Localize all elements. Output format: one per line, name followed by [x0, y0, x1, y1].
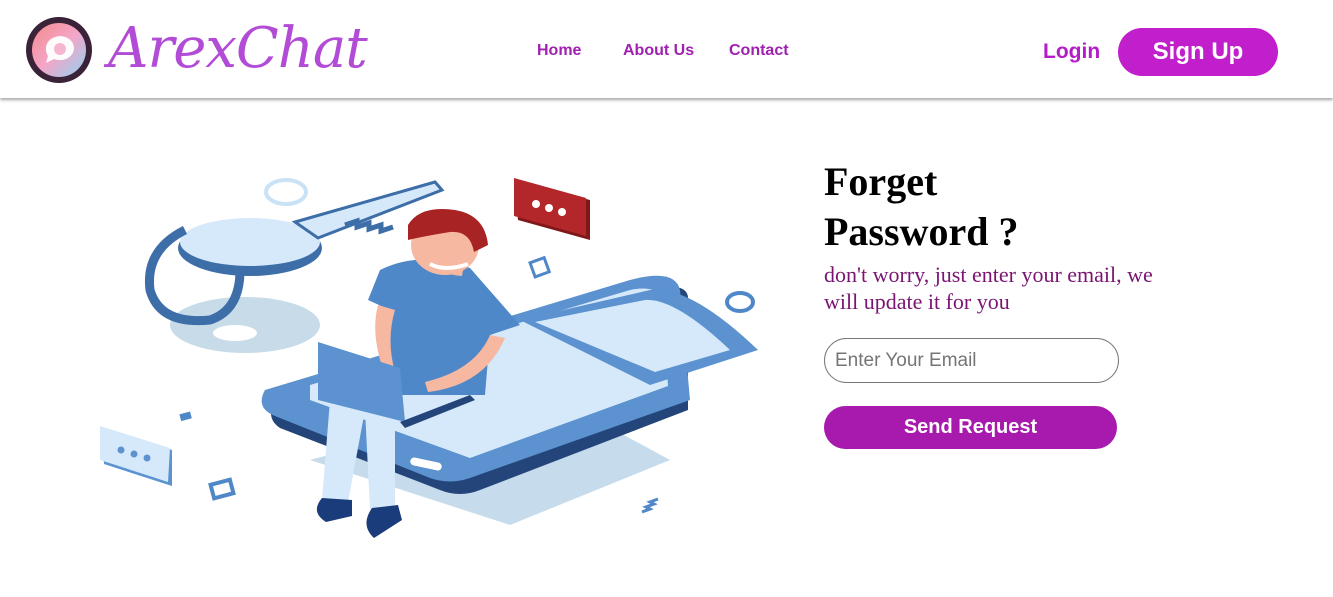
brand-name[interactable]: ArexChat: [108, 14, 368, 84]
form-subtitle: don't worry, just enter your email, we w…: [824, 262, 1153, 314]
chat-bubble-logo-icon[interactable]: [24, 15, 94, 85]
email-input[interactable]: [824, 338, 1119, 383]
login-link[interactable]: Login: [1043, 40, 1100, 64]
page-title: Forget Password ?: [824, 157, 1244, 257]
nav-link-home[interactable]: Home: [537, 42, 581, 60]
top-navbar: ArexChat Home About Us Contact Login Sig…: [0, 0, 1333, 98]
title-line-2: Password ?: [824, 209, 1019, 254]
send-request-button[interactable]: Send Request: [824, 406, 1117, 449]
forgot-password-form: Forget Password ? don't worry, just ente…: [824, 157, 1244, 449]
nav-link-about-us[interactable]: About Us: [623, 42, 694, 60]
person-with-laptop-on-phone-key-illustration: [100, 178, 758, 538]
title-line-1: Forget: [824, 159, 938, 204]
nav-link-contact[interactable]: Contact: [729, 42, 789, 60]
sign-up-button[interactable]: Sign Up: [1118, 28, 1278, 76]
